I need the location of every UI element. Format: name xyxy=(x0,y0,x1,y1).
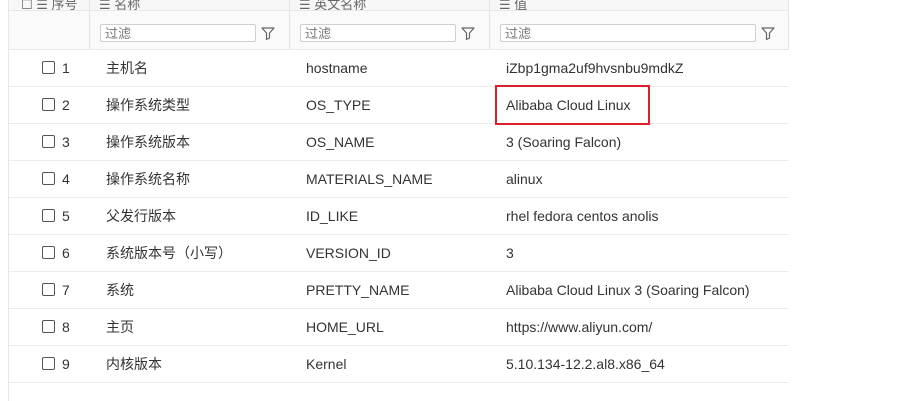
row-key: PRETTY_NAME xyxy=(306,282,410,298)
row-name: 操作系统版本 xyxy=(106,134,190,150)
header-index-label: 序号 xyxy=(51,0,78,11)
row-key: OS_TYPE xyxy=(306,97,371,113)
row-checkbox[interactable] xyxy=(42,320,55,333)
row-index: 2 xyxy=(62,97,70,113)
header-value[interactable]: ☰ 值 xyxy=(499,0,528,11)
row-value: alinux xyxy=(506,171,543,187)
row-name: 父发行版本 xyxy=(106,208,176,224)
table-row[interactable]: 8 主页 HOME_URL https://www.aliyun.com/ xyxy=(9,309,789,346)
header-index[interactable]: ☐ ☰ 序号 xyxy=(21,0,78,11)
row-index: 1 xyxy=(62,60,70,76)
table-row[interactable]: 9 内核版本 Kernel 5.10.134-12.2.al8.x86_64 xyxy=(9,346,789,383)
header-value-label: 值 xyxy=(514,0,528,11)
row-name: 操作系统类型 xyxy=(106,97,190,113)
table-row[interactable]: 5 父发行版本 ID_LIKE rhel fedora centos anoli… xyxy=(9,198,789,235)
row-index: 3 xyxy=(62,134,70,150)
row-value: Alibaba Cloud Linux 3 (Soaring Falcon) xyxy=(506,282,750,298)
row-checkbox[interactable] xyxy=(42,209,55,222)
table-row[interactable]: 3 操作系统版本 OS_NAME 3 (Soaring Falcon) xyxy=(9,124,789,161)
row-key: ID_LIKE xyxy=(306,208,359,224)
row-name: 系统版本号（小写） xyxy=(106,245,232,261)
row-value: 5.10.134-12.2.al8.x86_64 xyxy=(506,356,665,372)
row-value: https://www.aliyun.com/ xyxy=(506,319,653,335)
table-row[interactable]: 4 操作系统名称 MATERIALS_NAME alinux xyxy=(9,161,789,198)
row-value: 3 (Soaring Falcon) xyxy=(506,134,622,150)
row-checkbox[interactable] xyxy=(42,357,55,370)
row-index: 5 xyxy=(62,208,70,224)
row-name: 操作系统名称 xyxy=(106,171,190,187)
row-key: hostname xyxy=(306,60,368,76)
table-row[interactable]: 2 操作系统类型 OS_TYPE Alibaba Cloud Linux xyxy=(9,87,789,124)
filter-icon[interactable] xyxy=(460,25,476,41)
row-value: 3 xyxy=(506,245,514,261)
highlight-annotation-box xyxy=(495,85,650,125)
header-row: ☐ ☰ 序号 ☰ 名称 ☰ 英文名称 ☰ 值 xyxy=(9,0,789,11)
row-key: HOME_URL xyxy=(306,319,384,335)
row-name: 内核版本 xyxy=(106,356,162,372)
row-index: 4 xyxy=(62,171,70,187)
header-name-label: 名称 xyxy=(114,0,141,11)
row-checkbox[interactable] xyxy=(42,172,55,185)
row-index: 7 xyxy=(62,282,70,298)
table-row[interactable]: 7 系统 PRETTY_NAME Alibaba Cloud Linux 3 (… xyxy=(9,272,789,309)
value-filter-input[interactable]: 过滤 xyxy=(500,24,756,42)
row-value: iZbp1gma2uf9hvsnbu9mdkZ xyxy=(506,60,684,76)
row-key: VERSION_ID xyxy=(306,245,391,261)
header-name[interactable]: ☰ 名称 xyxy=(99,0,141,11)
row-key: OS_NAME xyxy=(306,134,375,150)
table-row[interactable]: 1 主机名 hostname iZbp1gma2uf9hvsnbu9mdkZ xyxy=(9,50,789,87)
row-name: 主机名 xyxy=(106,60,148,76)
row-index: 6 xyxy=(62,245,70,261)
row-key: MATERIALS_NAME xyxy=(306,171,433,187)
data-grid: ☐ ☰ 序号 ☰ 名称 ☰ 英文名称 ☰ 值 过滤 过滤 过滤 1 主机名 ho… xyxy=(9,0,789,383)
row-checkbox[interactable] xyxy=(42,61,55,74)
header-english-name[interactable]: ☰ 英文名称 xyxy=(299,0,367,11)
row-checkbox[interactable] xyxy=(42,246,55,259)
row-index: 9 xyxy=(62,356,70,372)
name-filter-input[interactable]: 过滤 xyxy=(100,24,256,42)
row-checkbox[interactable] xyxy=(42,98,55,111)
header-english-name-label: 英文名称 xyxy=(314,0,367,11)
table-row[interactable]: 6 系统版本号（小写） VERSION_ID 3 xyxy=(9,235,789,272)
row-index: 8 xyxy=(62,319,70,335)
row-checkbox[interactable] xyxy=(42,135,55,148)
filter-icon[interactable] xyxy=(260,25,276,41)
english-name-filter-input[interactable]: 过滤 xyxy=(300,24,456,42)
row-value: rhel fedora centos anolis xyxy=(506,208,659,224)
table-body: 1 主机名 hostname iZbp1gma2uf9hvsnbu9mdkZ 2… xyxy=(9,50,789,383)
row-key: Kernel xyxy=(306,356,347,372)
filter-icon[interactable] xyxy=(760,25,776,41)
row-name: 系统 xyxy=(106,282,134,298)
row-name: 主页 xyxy=(106,319,134,335)
filter-row: 过滤 过滤 过滤 xyxy=(9,11,789,50)
row-checkbox[interactable] xyxy=(42,283,55,296)
